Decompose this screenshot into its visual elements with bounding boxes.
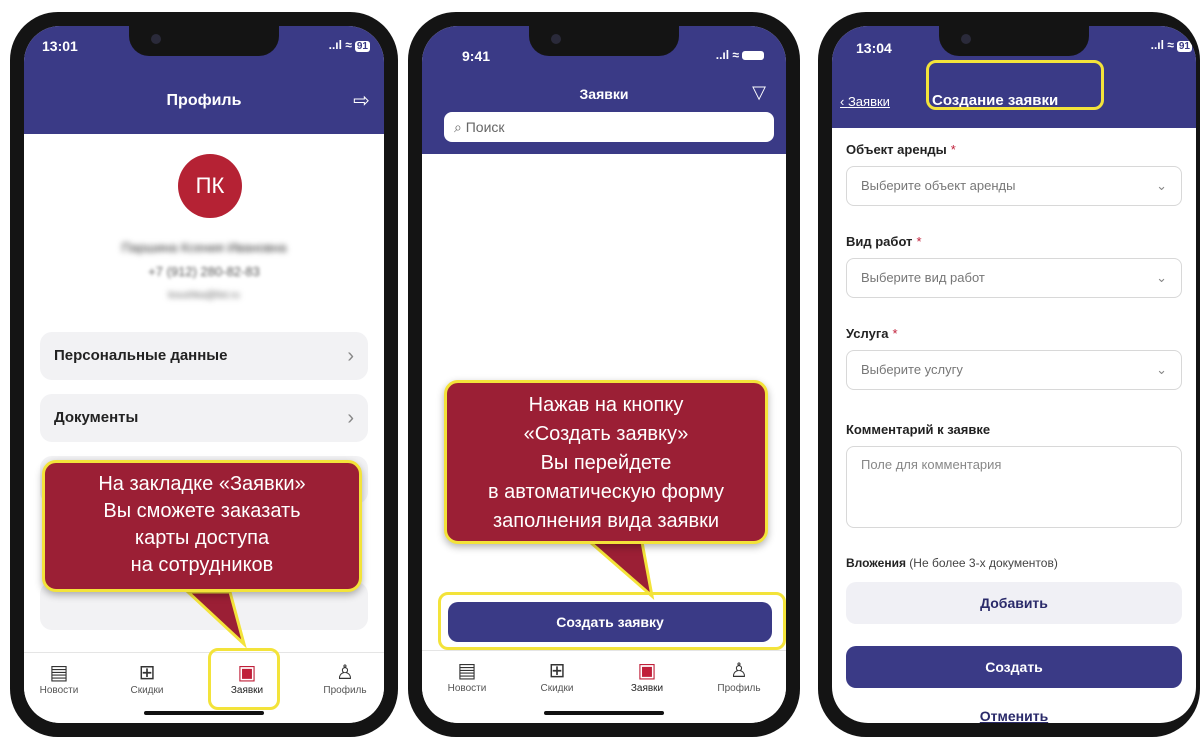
home-indicator xyxy=(144,711,264,715)
callout-pointer xyxy=(184,590,247,649)
menu-documents[interactable]: Документы › xyxy=(40,394,368,442)
signal-wifi-icon: ..ıl ≈ xyxy=(716,48,764,62)
tab-news[interactable]: ▤ Новости xyxy=(24,661,94,696)
highlight-create-button xyxy=(438,592,786,650)
tab-requests[interactable]: ▣ Заявки xyxy=(612,659,682,694)
comment-label: Комментарий к заявке xyxy=(846,422,991,437)
battery-icon xyxy=(742,51,764,61)
callout-pointer xyxy=(585,540,655,600)
notch xyxy=(129,26,279,56)
search-icon: ⌕ xyxy=(454,119,462,135)
callout-create-button: Нажав на кнопку «Создать заявку» Вы пере… xyxy=(444,380,768,544)
screen-create-request: 13:04 ..ıl ≈91 ‹ Заявки Создание заявки … xyxy=(832,26,1196,723)
attachments-label: Вложения (Не более 3-х документов) xyxy=(846,556,1058,570)
field-label-object: Объект аренды * xyxy=(846,142,956,157)
notch xyxy=(939,26,1089,56)
phone-create-request: 13:04 ..ıl ≈91 ‹ Заявки Создание заявки … xyxy=(818,12,1200,737)
select-object[interactable]: Выберите объект аренды ⌄ xyxy=(846,166,1182,206)
search-placeholder: Поиск xyxy=(465,119,505,135)
tab-profile[interactable]: ♙ Профиль xyxy=(704,659,774,694)
user-email: koushka@list.ru xyxy=(168,290,240,301)
newspaper-icon: ▤ xyxy=(457,660,477,682)
user-name: Паршина Ксения Ивановна xyxy=(121,240,287,255)
notch xyxy=(529,26,679,56)
search-input[interactable]: ⌕ Поиск xyxy=(444,112,774,142)
menu-label: Персональные данные xyxy=(54,347,228,364)
chevron-down-icon: ⌄ xyxy=(1156,362,1167,377)
tab-profile[interactable]: ♙ Профиль xyxy=(310,661,380,696)
home-indicator xyxy=(544,711,664,715)
highlight-page-title xyxy=(926,60,1104,110)
menu-label: Документы xyxy=(54,409,139,426)
status-time: 13:01 xyxy=(42,38,78,54)
chevron-down-icon: ⌄ xyxy=(1156,270,1167,285)
field-label-work-type: Вид работ * xyxy=(846,234,922,249)
user-icon: ♙ xyxy=(336,662,354,684)
tab-discounts[interactable]: ⊞ Скидки xyxy=(522,659,592,694)
chevron-down-icon: ⌄ xyxy=(1156,178,1167,193)
status-time: 13:04 xyxy=(856,40,892,56)
filter-icon[interactable]: ▽ xyxy=(752,82,766,103)
select-service[interactable]: Выберите услугу ⌄ xyxy=(846,350,1182,390)
signal-wifi-icon: ..ıl ≈91 xyxy=(1150,38,1192,52)
document-check-icon: ▣ xyxy=(637,660,657,682)
chevron-left-icon: ‹ xyxy=(840,94,848,109)
add-attachment-button[interactable]: Добавить xyxy=(846,582,1182,624)
create-button[interactable]: Создать xyxy=(846,646,1182,688)
avatar: ПК xyxy=(178,154,242,218)
highlight-requests-tab xyxy=(208,648,280,710)
menu-personal-data[interactable]: Персональные данные › xyxy=(40,332,368,380)
callout-requests-tab: На закладке «Заявки» Вы сможете заказать… xyxy=(42,460,362,592)
signal-wifi-icon: ..ıl ≈91 xyxy=(328,38,370,52)
page-title: Заявки xyxy=(579,86,629,102)
newspaper-icon: ▤ xyxy=(49,662,69,684)
cancel-link[interactable]: Отменить xyxy=(832,708,1196,723)
tab-discounts[interactable]: ⊞ Скидки xyxy=(112,661,182,696)
battery-icon: 91 xyxy=(1176,41,1192,52)
gift-icon: ⊞ xyxy=(138,662,156,684)
chevron-right-icon: › xyxy=(347,407,354,429)
back-link[interactable]: ‹ Заявки xyxy=(840,94,890,109)
status-time: 9:41 xyxy=(462,48,491,64)
battery-icon: 91 xyxy=(354,41,370,52)
page-title: Профиль xyxy=(166,92,242,109)
comment-textarea[interactable]: Поле для комментария xyxy=(846,446,1182,528)
tab-news[interactable]: ▤ Новости xyxy=(432,659,502,694)
user-icon: ♙ xyxy=(730,660,748,682)
logout-icon[interactable]: ⇨ xyxy=(353,88,370,113)
user-phone: +7 (912) 280-82-83 xyxy=(148,264,260,279)
select-work-type[interactable]: Выберите вид работ ⌄ xyxy=(846,258,1182,298)
gift-icon: ⊞ xyxy=(548,660,566,682)
chevron-right-icon: › xyxy=(347,345,354,367)
field-label-service: Услуга * xyxy=(846,326,898,341)
